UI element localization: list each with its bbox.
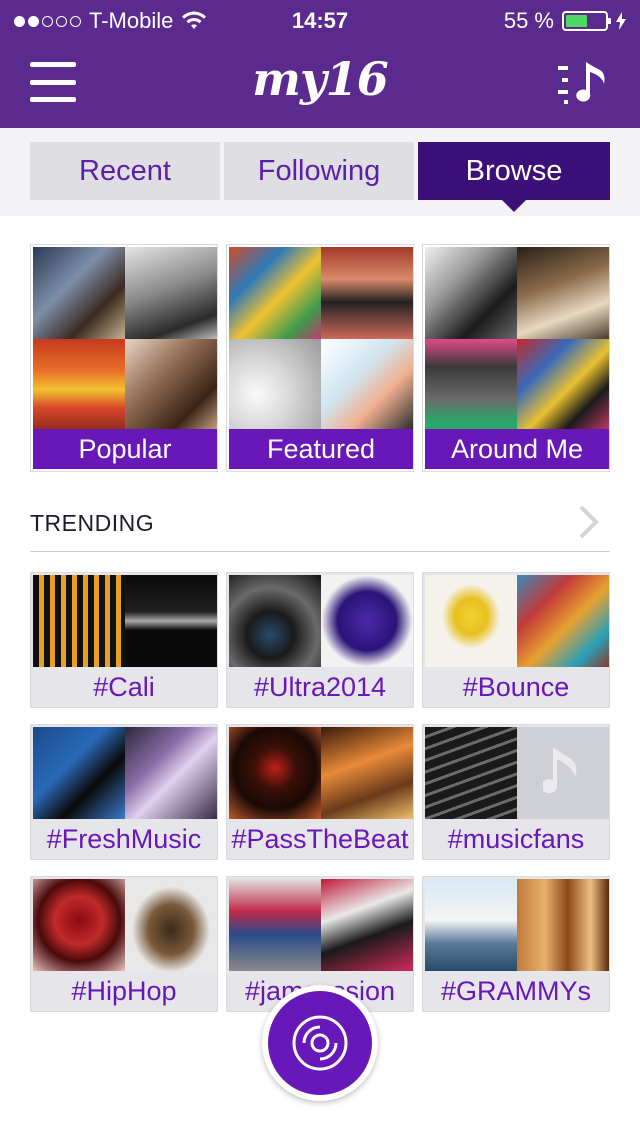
hashtag-tile-musicfans[interactable]: #musicfans [422,724,610,860]
red-rose-image [33,879,125,971]
hashtag-tile-ultra2014[interactable]: #Ultra2014 [226,572,414,708]
charging-bolt-icon [616,12,626,30]
browse-tile-label: Around Me [425,429,609,469]
browse-around-me-tile[interactable]: Around Me [422,244,610,472]
hashtag-tile-passthebeat[interactable]: #PassTheBeat [226,724,414,860]
status-bar: T-Mobile 14:57 55 % [0,0,640,40]
hashtag-label: #Ultra2014 [253,671,387,702]
turntable-dj-image [229,575,321,667]
trending-title: TRENDING [30,510,155,536]
battery-icon [562,11,611,31]
music-note-list-icon[interactable] [556,60,612,106]
banana-album-cover-image [425,575,517,667]
keyboard-keys-image [425,727,517,819]
hashtag-label: #GRAMMYs [440,975,592,1006]
hashtag-tile-hiphop[interactable]: #HipHop [30,876,218,1012]
guitar-neck-image [125,727,217,819]
browse-popular-tile[interactable]: Popular [30,244,218,472]
graffiti-wall-image [229,247,321,339]
guitar-closeup-image [125,339,217,431]
vinyl-sleeve-image [321,879,413,971]
hashtag-label: #PassTheBeat [231,823,409,854]
hashtag-tile-freshmusic[interactable]: #FreshMusic [30,724,218,860]
bicycle-sketch-image [229,339,321,431]
mosaic-art-image [517,575,609,667]
guitarist-image [33,247,125,339]
tab-browse[interactable]: Browse [418,142,610,212]
trending-header[interactable]: TRENDING [30,500,610,552]
hashtag-tile-bounce[interactable]: #Bounce [422,572,610,708]
tab-following[interactable]: Following [224,142,414,200]
hashtag-label: #musicfans [447,823,585,854]
music-note-placeholder-image [517,727,609,819]
browse-tile-label: Featured [229,429,413,469]
hashtag-label: #Bounce [462,671,570,702]
tile-collage [33,247,217,431]
ukuleles-image [517,879,609,971]
hashtag-tile-cali[interactable]: #Cali [30,572,218,708]
browse-featured-tile[interactable]: Featured [226,244,414,472]
music-note-icon [543,747,577,794]
guitar-pick-image [321,575,413,667]
band-with-boombox-image [321,247,413,339]
equalizer-display-image [33,575,125,667]
tab-recent[interactable]: Recent [30,142,220,200]
vinyl-disc-icon [292,1015,348,1071]
boy-with-boombox-image [321,339,413,431]
festival-poster-image [33,339,125,431]
hashtag-label: #FreshMusic [46,823,202,854]
battery-percent: 55 % [503,8,554,33]
equalizer-display-image [125,575,217,667]
tile-collage [425,247,609,431]
person-with-headphones-image [33,727,125,819]
tab-bar: Recent Following Browse [0,128,640,216]
tile-collage [229,247,413,431]
john-lennon-art-image [517,339,609,431]
hashtag-tile-grammys[interactable]: #GRAMMYs [422,876,610,1012]
person-back-headphones-image [125,879,217,971]
drummer-image [425,247,517,339]
hashtag-label: #HipHop [71,975,177,1006]
chevron-right-icon[interactable] [578,504,600,540]
street-performers-image [229,879,321,971]
app-logo: my16 [252,52,388,106]
battery-info: 55 % [504,8,626,34]
woman-in-dress-image [517,247,609,339]
hashtag-label: #Cali [93,671,155,702]
blurred-lights-image [321,727,413,819]
app-header: T-Mobile 14:57 55 % my16 [0,0,640,128]
clarinet-player-image [125,247,217,339]
vinyl-record-image [229,727,321,819]
browse-tile-label: Popular [33,429,217,469]
record-button[interactable] [262,985,378,1101]
sydney-opera-house-image [425,879,517,971]
london-calling-cover-image [425,339,517,431]
